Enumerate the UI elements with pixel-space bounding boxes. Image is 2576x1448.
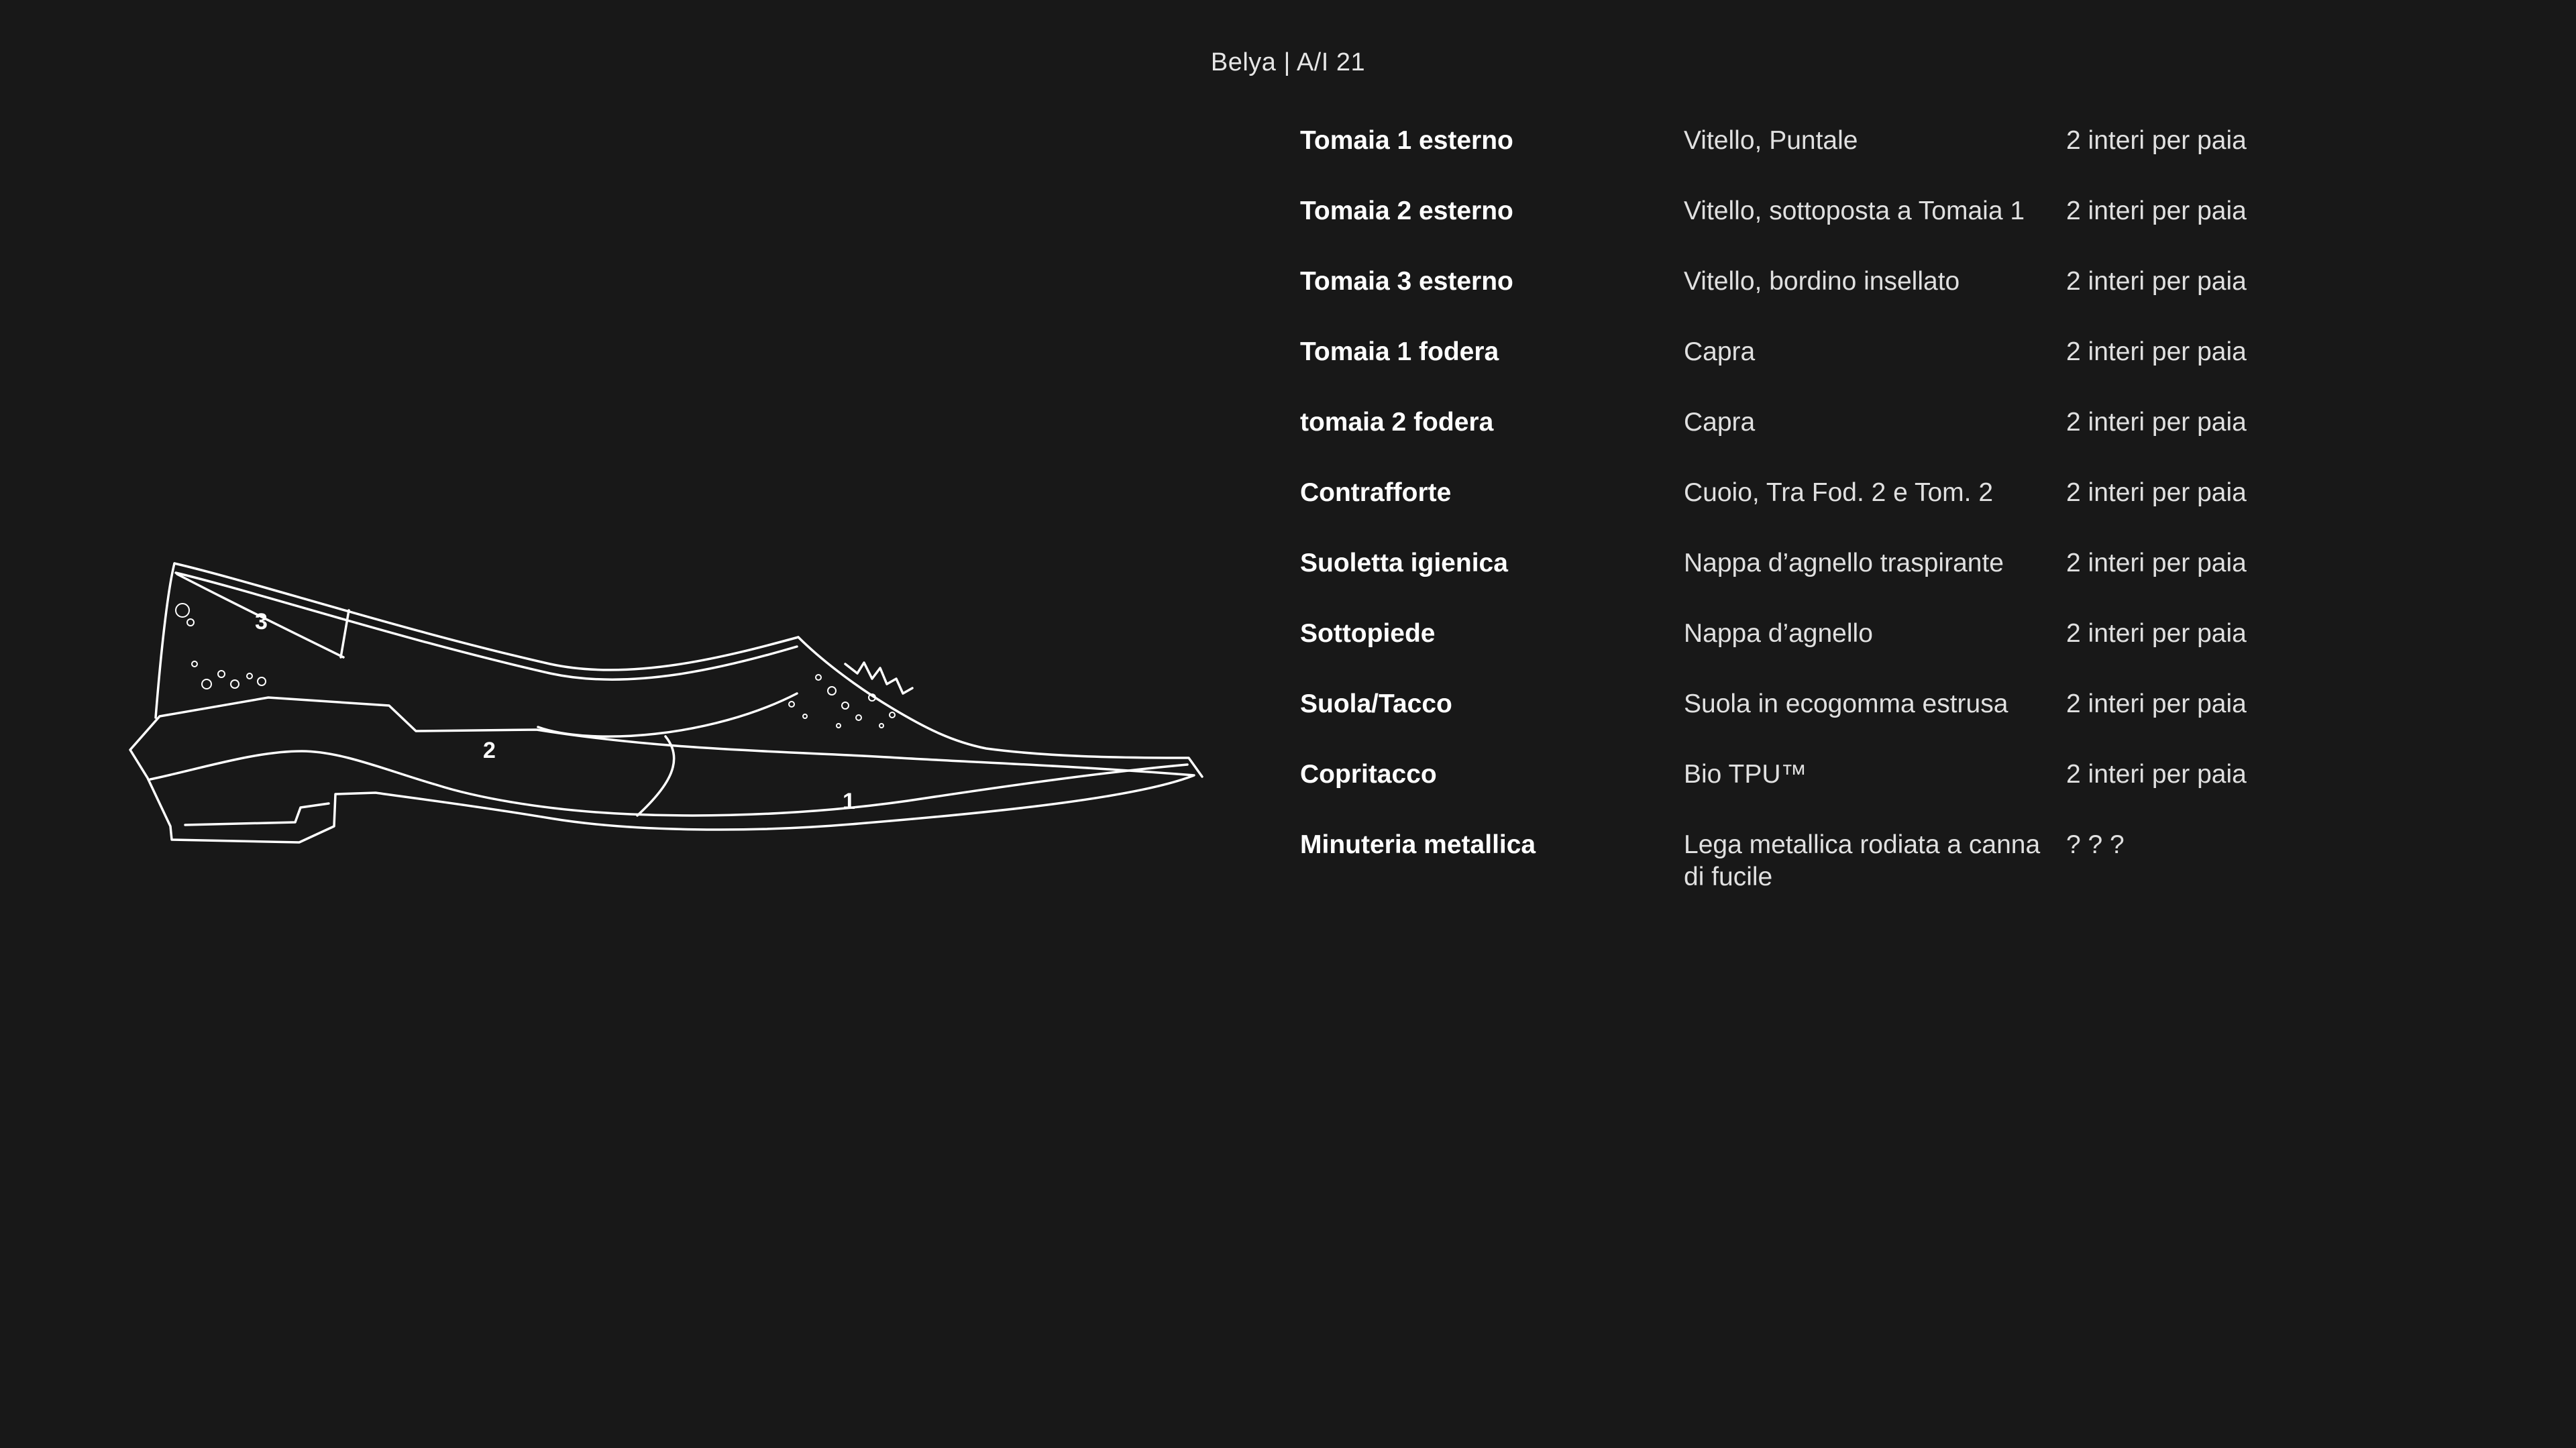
shoe-drawing: 3 2 1 — [129, 562, 1203, 844]
part-name: Tomaia 1 fodera — [1300, 337, 1499, 366]
sole-outline — [129, 696, 1195, 844]
quantity: 2 interi per paia — [2066, 126, 2247, 155]
part-name: Suoletta igienica — [1300, 549, 1508, 577]
collar-strip — [339, 609, 350, 659]
part-name: Sottopiede — [1300, 619, 1436, 648]
part-name: Tomaia 3 esterno — [1300, 267, 1513, 296]
material: Vitello, bordino insellato — [1684, 267, 1960, 296]
table-row: Tomaia 1 fodera Capra 2 interi per paia — [1300, 336, 2373, 406]
table-row: Contrafforte Cuoio, Tra Fod. 2 e Tom. 2 … — [1300, 477, 2373, 547]
heel-block — [184, 802, 330, 826]
quantity: 2 interi per paia — [2066, 197, 2247, 225]
table-row: Sottopiede Nappa d’agnello 2 interi per … — [1300, 618, 2373, 688]
quantity: 2 interi per paia — [2066, 689, 2247, 718]
table-row: Suoletta igienica Nappa d’agnello traspi… — [1300, 547, 2373, 618]
material: Vitello, Puntale — [1684, 126, 1858, 155]
quantity: 2 interi per paia — [2066, 619, 2247, 648]
quantity: 2 interi per paia — [2066, 478, 2247, 507]
table-row: Suola/Tacco Suola in ecogomma estrusa 2 … — [1300, 688, 2373, 759]
material: Nappa d’agnello — [1684, 619, 1873, 648]
quantity: 2 interi per paia — [2066, 549, 2247, 577]
quantity: 2 interi per paia — [2066, 267, 2247, 296]
shoe-label-3: 3 — [255, 609, 268, 634]
material: Capra — [1684, 408, 1756, 437]
quantity: ? ? ? — [2066, 830, 2125, 859]
table-row: Copritacco Bio TPU™ 2 interi per paia — [1300, 759, 2373, 829]
table-row: Tomaia 2 esterno Vitello, sottoposta a T… — [1300, 195, 2373, 266]
heel-counter — [154, 562, 176, 719]
spec-table: Tomaia 1 esterno Vitello, Puntale 2 inte… — [1300, 125, 2373, 923]
material: Suola in ecogomma estrusa — [1684, 689, 2008, 718]
quantity: 2 interi per paia — [2066, 337, 2247, 366]
jagged-edge — [844, 661, 914, 695]
material: Bio TPU™ — [1684, 760, 1807, 789]
part-name: Tomaia 2 esterno — [1300, 197, 1513, 225]
part-name: Tomaia 1 esterno — [1300, 126, 1513, 155]
shoe-label-2: 2 — [483, 738, 496, 763]
table-row: Tomaia 1 esterno Vitello, Puntale 2 inte… — [1300, 125, 2373, 195]
table-row: Tomaia 3 esterno Vitello, bordino insell… — [1300, 266, 2373, 336]
shoe-label-1: 1 — [843, 789, 855, 814]
material: Vitello, sottoposta a Tomaia 1 — [1684, 197, 2025, 225]
vamp-seam — [537, 692, 798, 738]
material: Cuoio, Tra Fod. 2 e Tom. 2 — [1684, 478, 1994, 507]
quantity: 2 interi per paia — [2066, 408, 2247, 437]
part-name: tomaia 2 fodera — [1300, 408, 1494, 437]
material: Capra — [1684, 337, 1756, 366]
topline — [173, 562, 800, 671]
part-name: Minuteria metallica — [1300, 830, 1536, 859]
quantity: 2 interi per paia — [2066, 760, 2247, 789]
table-row: tomaia 2 fodera Capra 2 interi per paia — [1300, 406, 2373, 477]
table-row: Minuteria metallica Lega metallica rodia… — [1300, 829, 2373, 923]
material: Nappa d’agnello traspirante — [1684, 549, 2004, 577]
shoe-illustration: 3 2 1 — [121, 550, 1234, 899]
part-name: Copritacco — [1300, 760, 1437, 789]
part-name: Suola/Tacco — [1300, 689, 1452, 718]
speckle-texture — [175, 603, 896, 728]
material: Lega metallica rodiata a canna di fucile — [1684, 830, 2041, 891]
quarter-seam — [636, 735, 676, 817]
part-name: Contrafforte — [1300, 478, 1452, 507]
page-title: Belya | A/I 21 — [1210, 48, 1366, 76]
